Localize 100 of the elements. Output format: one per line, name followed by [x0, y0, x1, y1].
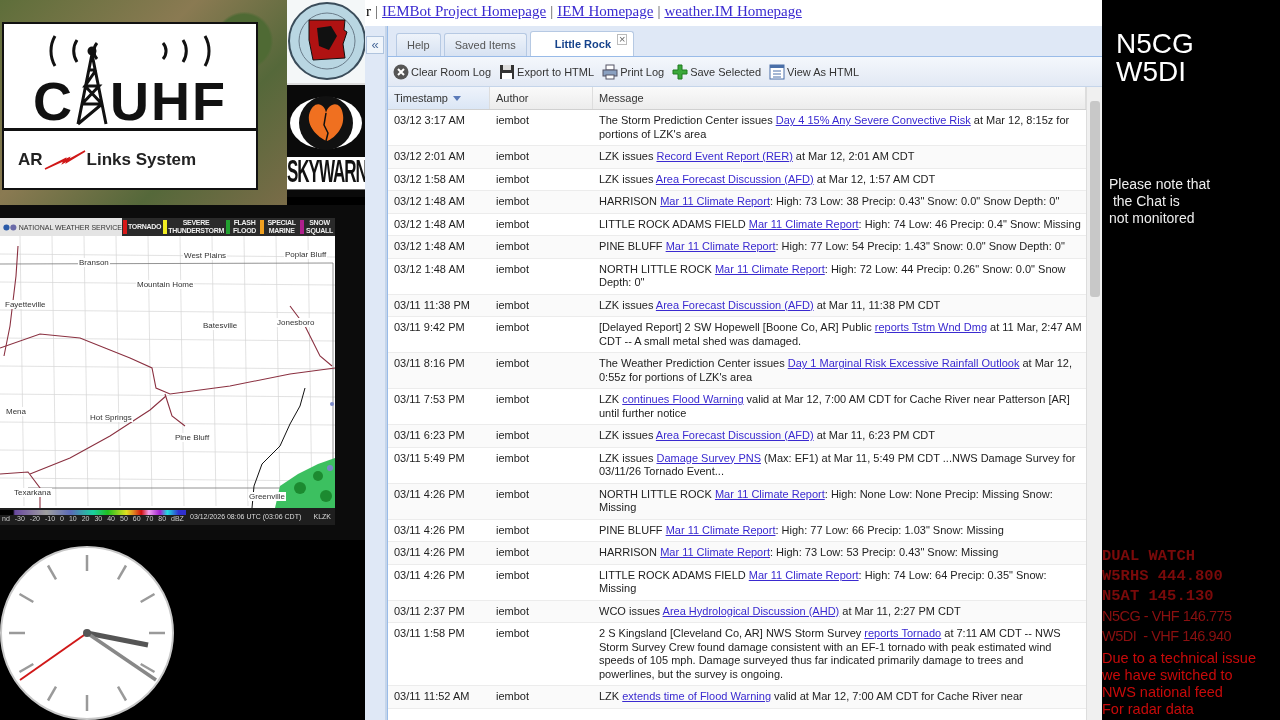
report-link[interactable]: Mar 11 Climate Report: [714, 262, 825, 275]
notice-text: not monitored: [1109, 210, 1196, 227]
message-text: HARRISON Mar 11 Climate Report: High: 73 Low: 38 Precip: 0.43" Snow: 0.0" Snow Depth: 0": [598, 194, 1061, 209]
timestamp-cell-text: 03/11 4:26 PM: [393, 567, 466, 583]
message-text: LZK extends time of Flood Warning valid at Mar 12, 7:00 AM CDT for Cache River near: [598, 689, 1024, 704]
author-cell-text: iembot: [495, 171, 531, 187]
close-tab-button[interactable]: ×: [617, 34, 628, 45]
toolbar-button[interactable]: Print Log: [600, 61, 667, 82]
timestamp-cell-text: 03/12 3:17 AM: [393, 113, 466, 128]
clear-icon: [393, 63, 409, 80]
plus-icon: [672, 63, 689, 80]
city-label: Mountain Home: [136, 280, 195, 289]
homepage-link[interactable]: weather.IM Homepage: [664, 2, 802, 20]
report-link[interactable]: Day 1 Marginal Risk Excessive Rainfall Outlook: [787, 357, 1020, 369]
separator-text: |: [374, 2, 379, 20]
author-cell-text: iembot: [495, 297, 531, 313]
message-text: WCO issues Area Hydrological Discussion (AHD) at Mar 11, 2:27 PM CDT: [598, 603, 962, 619]
city-label: Hot Springs: [89, 413, 133, 422]
timestamp-cell-text: 03/12 1:48 AM: [393, 194, 466, 209]
city-label: West Plains: [183, 251, 228, 260]
skywarn-label: SKYWARN: [287, 157, 365, 190]
author-cell-text: iembot: [495, 392, 531, 407]
report-link[interactable]: reports Tstm Wnd Dmg: [874, 321, 988, 333]
timestamp-cell-text: 03/11 4:26 PM: [393, 486, 466, 502]
city-label: Batesville: [202, 321, 239, 330]
report-link[interactable]: Mar 11 Climate Report: [660, 546, 770, 558]
author-cell-text: iembot: [495, 603, 531, 619]
author-cell-text: iembot: [495, 486, 531, 502]
timestamp-cell-text: 03/11 9:42 PM: [393, 320, 466, 335]
timestamp-cell-text: 03/11 11:38 PM: [393, 297, 472, 313]
author-cell-text: iembot: [495, 689, 531, 704]
report-link[interactable]: Mar 11 Climate Report: [748, 568, 859, 581]
message-text: PINE BLUFF Mar 11 Climate Report: High: 77 Low: 54 Precip: 1.43" Snow: 0.0" Snow Depth: 0": [598, 239, 1066, 254]
message-text: The Storm Prediction Center issues Day 4 15% Any Severe Convective Risk at Mar 12, 8:15z for portions of LZK's area: [598, 113, 1071, 142]
logo-wordmark: C: [33, 76, 74, 126]
author-cell-text: iembot: [495, 522, 531, 538]
report-link[interactable]: Day 4 15% Any Severe Convective Risk: [775, 114, 971, 126]
notice-text: Due to a technical issue: [1102, 650, 1257, 667]
frequency-text: N5AT 145.130: [1102, 586, 1215, 606]
toolbar-button[interactable]: Clear Room Log: [391, 61, 494, 82]
toolbar-button[interactable]: View As HTML: [767, 61, 862, 82]
printer-icon: [602, 63, 619, 80]
author-cell-text: iembot: [495, 567, 531, 583]
author-cell-text: iembot: [495, 626, 531, 641]
separator-text: |: [656, 2, 662, 20]
report-link[interactable]: Mar 11 Climate Report: [660, 195, 770, 207]
homepage-link[interactable]: IEMBot Project Homepage: [382, 2, 547, 20]
homepage-link[interactable]: IEM Homepage: [557, 2, 654, 20]
report-link[interactable]: continues Flood Warning: [622, 393, 744, 405]
toolbar-button[interactable]: Export to HTML: [497, 61, 597, 82]
report-link[interactable]: extends time of Flood Warning: [622, 690, 771, 702]
report-link[interactable]: Record Event Report (RER): [656, 150, 793, 162]
column-header[interactable]: Timestamp: [388, 87, 490, 109]
notice-text: Please note that: [1109, 176, 1212, 193]
room-tab[interactable]: Little Rock ×: [529, 31, 635, 56]
report-link[interactable]: Area Hydrological Discussion (AHD): [662, 604, 840, 617]
scrollbar[interactable]: [1086, 87, 1102, 720]
message-text: LZK issues Area Forecast Discussion (AFD) at Mar 12, 1:57 AM CDT: [598, 171, 937, 187]
author-cell-text: iembot: [495, 216, 531, 232]
report-link[interactable]: Area Forecast Discussion (AFD): [655, 298, 814, 311]
message-text: LITTLE ROCK ADAMS FIELD Mar 11 Climate Report: High: 74 Low: 64 Precip: 0.35" Snow: Missing: [598, 567, 1048, 596]
lightning-bolt-icon: [42, 149, 87, 170]
callsign-text: N5CG: [1116, 30, 1195, 58]
author-cell-text: iembot: [495, 194, 531, 209]
report-link[interactable]: Area Forecast Discussion (AFD): [655, 172, 814, 185]
radio-tower-icon: [74, 46, 110, 126]
scrollbar-thumb[interactable]: [1090, 101, 1100, 297]
sort-caret-icon: [453, 95, 461, 101]
agency-seals-icon: [3, 222, 17, 232]
city-label: Fayetteville: [4, 300, 47, 309]
frequency-text: W5RHS 444.800: [1102, 566, 1224, 586]
author-cell-text: iembot: [495, 356, 531, 371]
collapse-button[interactable]: «: [366, 36, 384, 54]
toolbar-button[interactable]: Save Selected: [670, 61, 764, 82]
timestamp-cell-text: 03/12 1:58 AM: [393, 171, 466, 187]
message-text: PINE BLUFF Mar 11 Climate Report: High: 77 Low: 66 Precip: 1.03" Snow: Missing: [598, 522, 1005, 538]
message-text: LZK issues Record Event Report (RER) at Mar 12, 2:01 AM CDT: [598, 149, 916, 164]
author-cell-text: iembot: [495, 320, 531, 335]
author-cell-text: iembot: [495, 450, 531, 466]
author-cell-text: iembot: [495, 113, 531, 128]
report-link[interactable]: reports Tornado: [864, 627, 942, 639]
notice-text: we have switched to: [1102, 667, 1234, 684]
message-text: LZK continues Flood Warning valid at Mar 12, 7:00 AM CDT for Cache River near Patterson [AR] until further notice: [598, 392, 1071, 421]
room-tab[interactable]: Saved Items: [443, 33, 527, 56]
room-tab[interactable]: Help: [396, 33, 441, 56]
message-text: HARRISON Mar 11 Climate Report: High: 73 Low: 53 Precip: 0.43" Snow: Missing: [598, 545, 1000, 560]
document-icon: [769, 63, 786, 80]
report-link[interactable]: Mar 11 Climate Report: [748, 217, 859, 230]
report-link[interactable]: Mar 11 Climate Report: [714, 487, 825, 500]
author-cell-text: iembot: [495, 545, 531, 560]
report-link[interactable]: Damage Survey PNS: [656, 451, 761, 464]
frequency-text: N5CG - VHF 146.775: [1102, 607, 1233, 626]
message-text: NORTH LITTLE ROCK Mar 11 Climate Report: High: None Low: None Precip: Missing Snow: Missing: [598, 486, 1054, 515]
column-header[interactable]: Author: [490, 87, 593, 109]
author-cell-text: iembot: [495, 239, 531, 254]
notice-text: the Chat is: [1111, 193, 1181, 210]
timestamp-cell-text: 03/11 5:49 PM: [393, 450, 466, 466]
message-text: [Delayed Report] 2 SW Hopewell [Boone Co, AR] Public reports Tstm Wnd Dmg at 11 Mar, 2:47 AM CDT -- A small metal shed was damaged.: [598, 320, 1083, 349]
city-label: Jonesboro: [276, 318, 316, 327]
report-link[interactable]: Area Forecast Discussion (AFD): [655, 429, 814, 441]
